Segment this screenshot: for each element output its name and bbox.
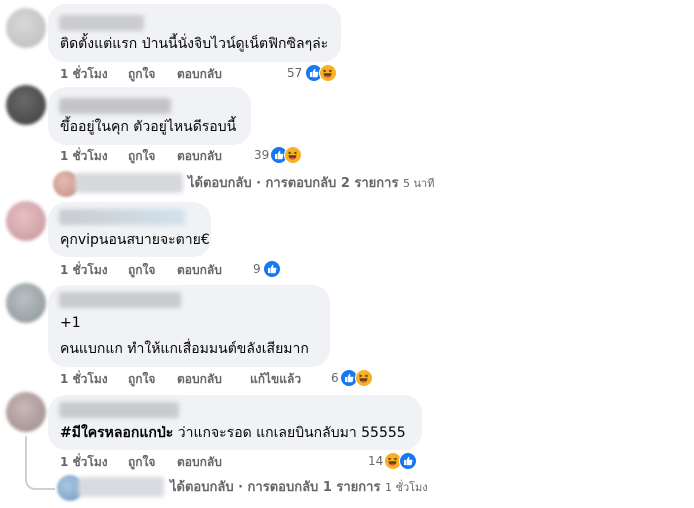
reply-button[interactable]: ตอบกลับ [177,66,222,82]
timestamp[interactable]: 1 ชั่วโมง [60,262,108,278]
avatar[interactable] [6,283,46,323]
view-replies-link[interactable]: ได้ตอบกลับ · การตอบกลับ 2 รายการ 5 นาที [188,175,434,193]
commenter-name[interactable] [59,402,179,418]
reaction-count: 57 [287,66,303,80]
replier-name [78,477,164,497]
like-button[interactable]: ถูกใจ [128,66,155,82]
edited-label[interactable]: แก้ไขแล้ว [250,371,301,387]
like-reaction-icon [263,260,281,278]
haha-reaction-icon [355,369,373,387]
avatar[interactable] [6,85,46,125]
avatar[interactable] [6,201,46,241]
reaction-summary[interactable]: 39 [254,146,310,164]
replies-text: ได้ตอบกลับ · การตอบกลับ 1 รายการ [170,480,381,495]
comment-text: #มีใครหลอกแกป่ะ ว่าแกจะรอด แกเลยบินกลับม… [60,424,406,442]
timestamp[interactable]: 1 ชั่วโมง [60,148,108,164]
replies-time: 5 นาที [403,177,435,190]
hashtag-link[interactable]: #มีใครหลอกแกป่ะ [60,425,173,441]
reply-button[interactable]: ตอบกลับ [177,262,222,278]
timestamp[interactable]: 1 ชั่วโมง [60,66,108,82]
like-button[interactable]: ถูกใจ [128,371,155,387]
replier-name [75,173,183,193]
like-button[interactable]: ถูกใจ [128,454,155,470]
reaction-count: 14 [368,454,384,468]
comment-body: ว่าแกจะรอด แกเลยบินกลับมา 55555 [173,425,406,441]
comment-bubble [48,4,341,62]
reply-button[interactable]: ตอบกลับ [177,454,222,470]
reaction-summary[interactable]: 14 [368,452,424,470]
reaction-count: 6 [331,371,339,385]
commenter-name[interactable] [59,15,144,31]
avatar[interactable] [6,8,46,48]
reply-button[interactable]: ตอบกลับ [177,148,222,164]
comment-text: ขึ้ออยู่ในคุก ตัวอยู่ไหนดีรอบนี้ [60,119,237,135]
reaction-summary[interactable]: 6 [331,369,381,387]
view-replies-link[interactable]: ได้ตอบกลับ · การตอบกลับ 1 รายการ 1 ชั่วโ… [170,479,428,497]
like-button[interactable]: ถูกใจ [128,262,155,278]
reply-button[interactable]: ตอบกลับ [177,371,222,387]
commenter-name[interactable] [59,209,185,225]
comment-text-line-1: +1 [60,315,81,331]
comment-text: ติดตั้งแต่แรก ป่านนี้นั่งจิบไวน์ดูเน็ตฟิ… [60,36,329,52]
timestamp[interactable]: 1 ชั่วโมง [60,371,108,387]
reaction-count: 39 [254,148,270,162]
thread-connector [25,436,55,490]
avatar[interactable] [6,392,46,432]
like-reaction-icon [399,452,417,470]
comment-text-line-2: คนแบกแก ทำให้แกเสื่อมมนต์ขลังเสียมาก [60,341,309,357]
commenter-name[interactable] [59,292,181,308]
comment-bubble [48,87,251,145]
commenter-name[interactable] [59,98,171,114]
haha-reaction-icon [284,146,302,164]
timestamp[interactable]: 1 ชั่วโมง [60,454,108,470]
comment-text: คุกvipนอนสบายจะตาย€ [60,232,210,248]
reaction-summary[interactable]: 57 [287,64,343,82]
reaction-summary[interactable]: 9 [253,260,293,278]
replies-time: 1 ชั่วโมง [385,481,428,494]
replies-text: ได้ตอบกลับ · การตอบกลับ 2 รายการ [188,176,399,191]
reaction-count: 9 [253,262,261,276]
like-button[interactable]: ถูกใจ [128,148,155,164]
haha-reaction-icon [319,64,337,82]
